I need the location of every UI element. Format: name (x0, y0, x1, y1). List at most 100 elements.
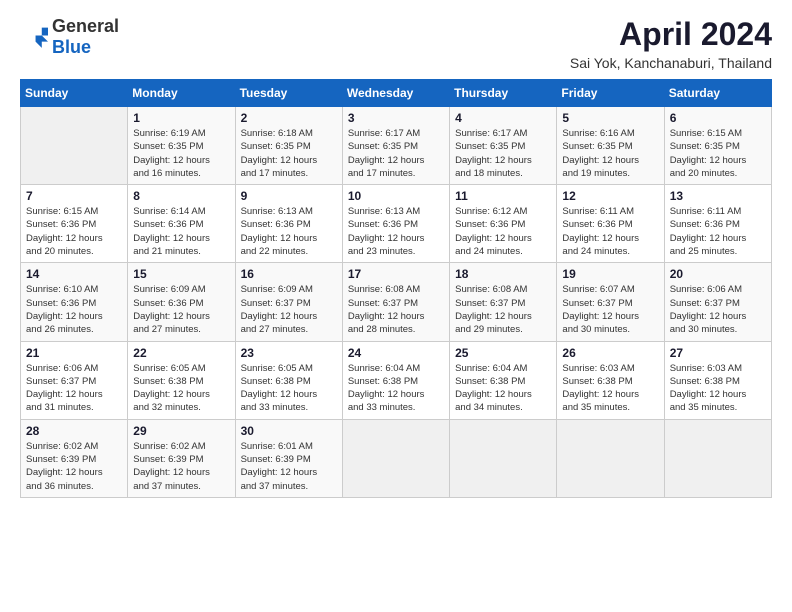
day-info: Sunrise: 6:15 AM Sunset: 6:36 PM Dayligh… (26, 205, 122, 258)
day-number: 22 (133, 346, 229, 360)
day-info: Sunrise: 6:17 AM Sunset: 6:35 PM Dayligh… (348, 127, 444, 180)
day-number: 2 (241, 111, 337, 125)
calendar-cell: 28 Sunrise: 6:02 AM Sunset: 6:39 PM Dayli… (21, 419, 128, 497)
day-info: Sunrise: 6:10 AM Sunset: 6:36 PM Dayligh… (26, 283, 122, 336)
day-info: Sunrise: 6:06 AM Sunset: 6:37 PM Dayligh… (670, 283, 766, 336)
calendar-cell: 3 Sunrise: 6:17 AM Sunset: 6:35 PM Daylig… (342, 107, 449, 185)
day-number: 15 (133, 267, 229, 281)
calendar-cell: 15 Sunrise: 6:09 AM Sunset: 6:36 PM Dayli… (128, 263, 235, 341)
day-number: 20 (670, 267, 766, 281)
day-number: 16 (241, 267, 337, 281)
calendar-cell: 11 Sunrise: 6:12 AM Sunset: 6:36 PM Dayli… (450, 185, 557, 263)
weekday-header-sunday: Sunday (21, 80, 128, 107)
day-number: 14 (26, 267, 122, 281)
day-info: Sunrise: 6:05 AM Sunset: 6:38 PM Dayligh… (241, 362, 337, 415)
calendar-cell: 20 Sunrise: 6:06 AM Sunset: 6:37 PM Dayli… (664, 263, 771, 341)
calendar-cell (342, 419, 449, 497)
day-number: 11 (455, 189, 551, 203)
day-info: Sunrise: 6:11 AM Sunset: 6:36 PM Dayligh… (670, 205, 766, 258)
day-info: Sunrise: 6:09 AM Sunset: 6:37 PM Dayligh… (241, 283, 337, 336)
calendar-cell: 25 Sunrise: 6:04 AM Sunset: 6:38 PM Dayli… (450, 341, 557, 419)
day-number: 7 (26, 189, 122, 203)
calendar-cell: 22Sunrise: 6:05 AM Sunset: 6:38 PM Dayli… (128, 341, 235, 419)
calendar-title: April 2024 (570, 16, 772, 53)
day-number: 9 (241, 189, 337, 203)
day-info: Sunrise: 6:08 AM Sunset: 6:37 PM Dayligh… (348, 283, 444, 336)
day-number: 26 (562, 346, 658, 360)
day-info: Sunrise: 6:17 AM Sunset: 6:35 PM Dayligh… (455, 127, 551, 180)
weekday-header-wednesday: Wednesday (342, 80, 449, 107)
calendar-cell: 1 Sunrise: 6:19 AM Sunset: 6:35 PM Daylig… (128, 107, 235, 185)
day-info: Sunrise: 6:14 AM Sunset: 6:36 PM Dayligh… (133, 205, 229, 258)
logo-general: General (52, 16, 119, 36)
day-number: 5 (562, 111, 658, 125)
calendar-cell: 9 Sunrise: 6:13 AM Sunset: 6:36 PM Daylig… (235, 185, 342, 263)
day-info: Sunrise: 6:13 AM Sunset: 6:36 PM Dayligh… (241, 205, 337, 258)
day-number: 3 (348, 111, 444, 125)
day-number: 28 (26, 424, 122, 438)
day-info: Sunrise: 6:11 AM Sunset: 6:36 PM Dayligh… (562, 205, 658, 258)
day-info: Sunrise: 6:02 AM Sunset: 6:39 PM Dayligh… (26, 440, 122, 493)
calendar-cell: 30 Sunrise: 6:01 AM Sunset: 6:39 PM Dayli… (235, 419, 342, 497)
day-info: Sunrise: 6:04 AM Sunset: 6:38 PM Dayligh… (455, 362, 551, 415)
logo-blue: Blue (52, 37, 91, 57)
weekday-header-thursday: Thursday (450, 80, 557, 107)
calendar-cell: 4 Sunrise: 6:17 AM Sunset: 6:35 PM Daylig… (450, 107, 557, 185)
day-number: 21 (26, 346, 122, 360)
day-info: Sunrise: 6:19 AM Sunset: 6:35 PM Dayligh… (133, 127, 229, 180)
day-info: Sunrise: 6:09 AM Sunset: 6:36 PM Dayligh… (133, 283, 229, 336)
day-number: 30 (241, 424, 337, 438)
calendar-cell (21, 107, 128, 185)
day-number: 10 (348, 189, 444, 203)
calendar-cell: 29Sunrise: 6:02 AM Sunset: 6:39 PM Dayli… (128, 419, 235, 497)
day-number: 6 (670, 111, 766, 125)
calendar-cell: 7 Sunrise: 6:15 AM Sunset: 6:36 PM Daylig… (21, 185, 128, 263)
day-info: Sunrise: 6:02 AM Sunset: 6:39 PM Dayligh… (133, 440, 229, 493)
calendar-cell (664, 419, 771, 497)
day-info: Sunrise: 6:07 AM Sunset: 6:37 PM Dayligh… (562, 283, 658, 336)
calendar-cell: 5 Sunrise: 6:16 AM Sunset: 6:35 PM Daylig… (557, 107, 664, 185)
calendar-cell: 16 Sunrise: 6:09 AM Sunset: 6:37 PM Dayli… (235, 263, 342, 341)
calendar-cell: 23 Sunrise: 6:05 AM Sunset: 6:38 PM Dayli… (235, 341, 342, 419)
logo: General Blue (20, 16, 119, 58)
day-info: Sunrise: 6:12 AM Sunset: 6:36 PM Dayligh… (455, 205, 551, 258)
weekday-header-friday: Friday (557, 80, 664, 107)
day-info: Sunrise: 6:15 AM Sunset: 6:35 PM Dayligh… (670, 127, 766, 180)
calendar-cell: 8 Sunrise: 6:14 AM Sunset: 6:36 PM Daylig… (128, 185, 235, 263)
calendar-cell: 27 Sunrise: 6:03 AM Sunset: 6:38 PM Dayli… (664, 341, 771, 419)
day-number: 13 (670, 189, 766, 203)
day-number: 17 (348, 267, 444, 281)
weekday-header-saturday: Saturday (664, 80, 771, 107)
calendar-cell: 10Sunrise: 6:13 AM Sunset: 6:36 PM Dayli… (342, 185, 449, 263)
day-info: Sunrise: 6:06 AM Sunset: 6:37 PM Dayligh… (26, 362, 122, 415)
day-number: 23 (241, 346, 337, 360)
calendar-cell: 2Sunrise: 6:18 AM Sunset: 6:35 PM Daylig… (235, 107, 342, 185)
day-number: 24 (348, 346, 444, 360)
day-info: Sunrise: 6:03 AM Sunset: 6:38 PM Dayligh… (562, 362, 658, 415)
calendar-cell: 17 Sunrise: 6:08 AM Sunset: 6:37 PM Dayli… (342, 263, 449, 341)
calendar-cell: 6 Sunrise: 6:15 AM Sunset: 6:35 PM Daylig… (664, 107, 771, 185)
weekday-header-monday: Monday (128, 80, 235, 107)
day-number: 25 (455, 346, 551, 360)
day-info: Sunrise: 6:04 AM Sunset: 6:38 PM Dayligh… (348, 362, 444, 415)
calendar-cell: 14 Sunrise: 6:10 AM Sunset: 6:36 PM Dayli… (21, 263, 128, 341)
day-number: 18 (455, 267, 551, 281)
calendar-cell: 24 Sunrise: 6:04 AM Sunset: 6:38 PM Dayli… (342, 341, 449, 419)
calendar-cell: 26 Sunrise: 6:03 AM Sunset: 6:38 PM Dayli… (557, 341, 664, 419)
day-number: 4 (455, 111, 551, 125)
day-number: 12 (562, 189, 658, 203)
weekday-header-tuesday: Tuesday (235, 80, 342, 107)
day-number: 1 (133, 111, 229, 125)
day-info: Sunrise: 6:01 AM Sunset: 6:39 PM Dayligh… (241, 440, 337, 493)
calendar-cell: 19 Sunrise: 6:07 AM Sunset: 6:37 PM Dayli… (557, 263, 664, 341)
calendar-cell: 18Sunrise: 6:08 AM Sunset: 6:37 PM Dayli… (450, 263, 557, 341)
day-info: Sunrise: 6:03 AM Sunset: 6:38 PM Dayligh… (670, 362, 766, 415)
calendar-subtitle: Sai Yok, Kanchanaburi, Thailand (570, 55, 772, 71)
calendar-cell: 12 Sunrise: 6:11 AM Sunset: 6:36 PM Dayli… (557, 185, 664, 263)
calendar-cell (557, 419, 664, 497)
day-info: Sunrise: 6:16 AM Sunset: 6:35 PM Dayligh… (562, 127, 658, 180)
day-number: 27 (670, 346, 766, 360)
day-number: 19 (562, 267, 658, 281)
calendar-cell (450, 419, 557, 497)
day-number: 8 (133, 189, 229, 203)
